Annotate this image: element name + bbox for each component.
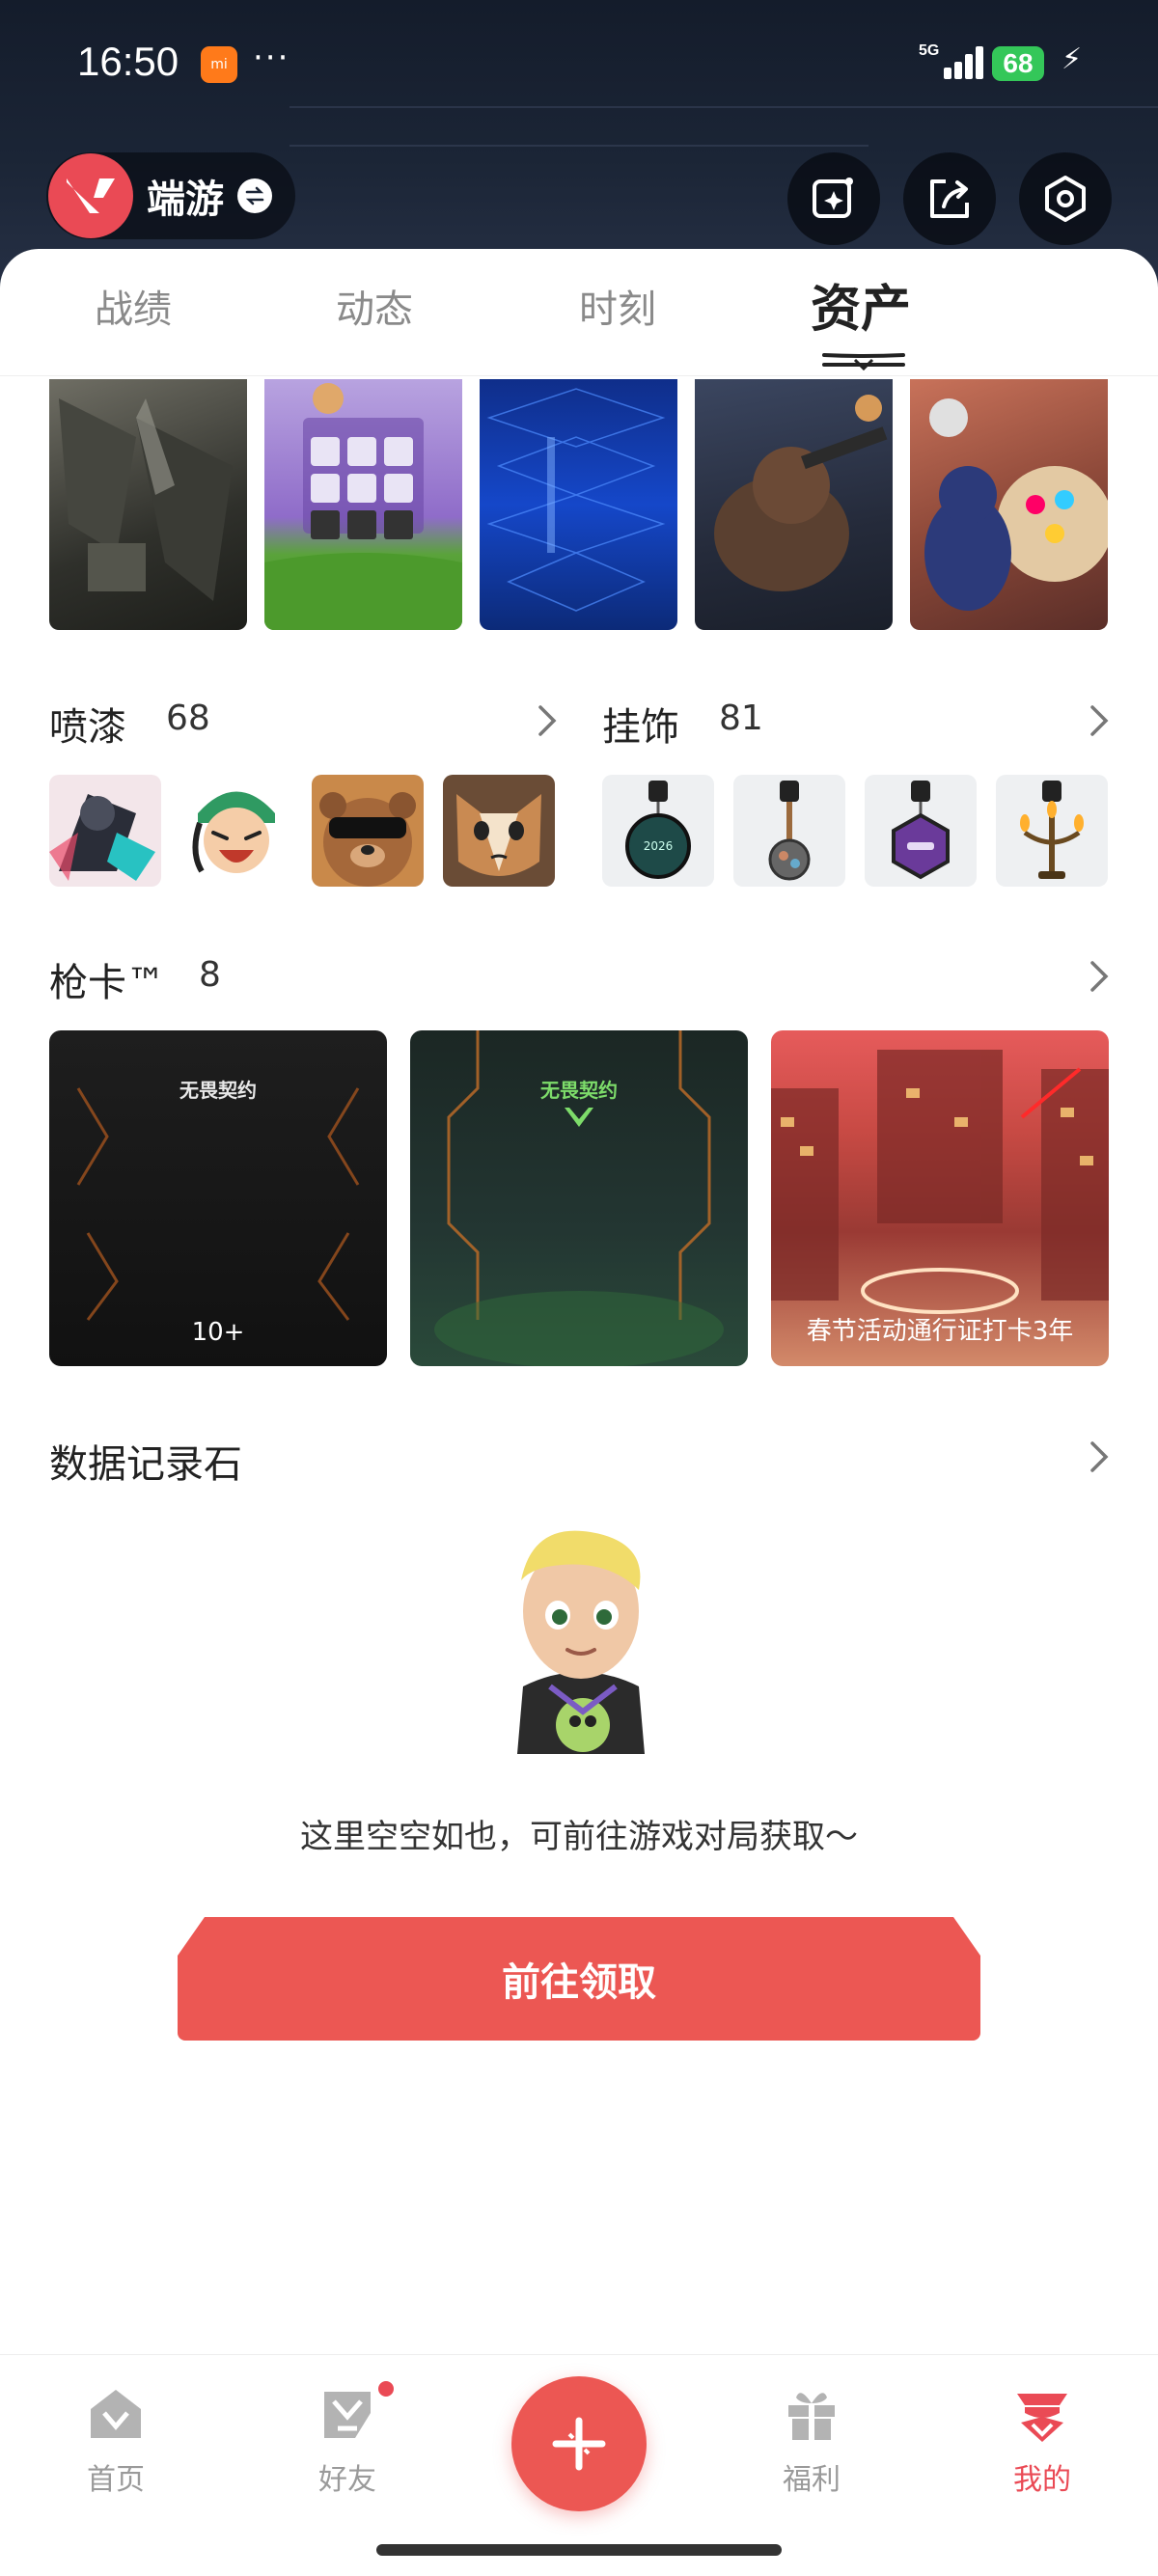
charm-thumb[interactable] [733, 775, 845, 887]
empty-state-text: 这里空空如也，可前往游戏对局获取～ [300, 1818, 858, 1856]
settings-icon [1045, 176, 1086, 222]
home-icon [91, 2390, 141, 2438]
header-banner: 16:50 mi ··· 5G 68 ⚡ 端游 [0, 0, 1158, 289]
game-switcher[interactable]: 端游 [46, 152, 295, 239]
nav-home-label: 首页 [87, 2463, 145, 2497]
friends-icon [324, 2392, 371, 2438]
charms-title: 挂饰 [602, 705, 679, 750]
bottom-nav: 首页 好友 福利 我的 [0, 2354, 1158, 2576]
settings-button[interactable] [1019, 152, 1112, 245]
nav-profile-label: 我的 [1013, 2463, 1071, 2497]
nav-friends-label: 好友 [318, 2463, 376, 2497]
friends-badge [375, 2378, 397, 2399]
player-card[interactable] [264, 379, 462, 630]
empty-state-character-illustration [517, 1530, 645, 1754]
gun-cards-count: 8 [199, 955, 221, 995]
tab-record[interactable]: 战绩 [95, 278, 172, 334]
gift-icon [788, 2393, 835, 2440]
gun-card[interactable]: 无畏契约 [410, 1030, 748, 1366]
nav-friends[interactable]: 好友 [280, 2384, 415, 2498]
editor-icon [813, 178, 853, 218]
go-claim-button[interactable]: 前往领取 [178, 1917, 980, 2041]
home-indicator [376, 2544, 782, 2556]
spray-thumb[interactable] [443, 775, 555, 887]
data-stone-chevron-right-icon[interactable] [1085, 1438, 1112, 1476]
player-card[interactable] [910, 379, 1108, 630]
plus-icon [552, 2417, 606, 2471]
create-post-button[interactable] [511, 2376, 647, 2511]
gun-card[interactable]: 春节活动通行证打卡3年 [771, 1030, 1109, 1366]
signal-icon: 5G [919, 42, 983, 81]
nav-home[interactable]: 首页 [48, 2384, 183, 2498]
nav-rewards-label: 福利 [783, 2463, 841, 2497]
tab-feed[interactable]: 动态 [336, 278, 413, 334]
player-card[interactable] [49, 379, 247, 630]
charm-thumb[interactable] [996, 775, 1108, 887]
charm-thumb[interactable]: 2026 [602, 775, 714, 887]
gun-card-caption: 春节活动通行证打卡3年 [806, 1317, 1074, 1346]
sprays-title: 喷漆 [49, 705, 126, 750]
card-strip [49, 379, 1111, 630]
charging-icon: ⚡ [1062, 42, 1083, 76]
active-tab-indicator [822, 353, 905, 371]
more-status-icon: ··· [253, 39, 290, 77]
decor-line [290, 145, 868, 147]
status-bar: 16:50 mi ··· 5G 68 ⚡ [0, 0, 1158, 130]
gun-card[interactable]: 无畏契约 10+ [49, 1030, 387, 1366]
share-icon [930, 179, 969, 218]
tab-assets[interactable]: 资产 [811, 268, 911, 341]
nav-rewards[interactable]: 福利 [744, 2384, 879, 2498]
status-time: 16:50 [77, 39, 179, 84]
editor-button[interactable] [787, 152, 880, 245]
battery-indicator: 68 [992, 46, 1044, 81]
profile-icon [1017, 2394, 1067, 2442]
charms-count: 81 [719, 699, 763, 738]
charm-thumb[interactable] [865, 775, 977, 887]
gun-cards-chevron-right-icon[interactable] [1085, 957, 1112, 996]
spray-thumb[interactable] [312, 775, 424, 887]
gun-card-caption: 10+ [191, 1318, 245, 1347]
charms-chevron-right-icon[interactable] [1085, 701, 1112, 740]
gun-card-logo: 无畏契约 [540, 1079, 618, 1102]
share-button[interactable] [903, 152, 996, 245]
sprays-count: 68 [166, 699, 210, 738]
app-notification-icon: mi [201, 46, 237, 83]
tab-bar: 战绩 动态 时刻 资产 [0, 249, 1158, 376]
gun-cards-title: 枪卡™ [49, 961, 165, 1005]
swap-icon [237, 178, 272, 213]
data-stone-title: 数据记录石 [49, 1442, 242, 1487]
player-card[interactable] [695, 379, 893, 630]
sprays-chevron-right-icon[interactable] [533, 701, 560, 740]
nav-profile[interactable]: 我的 [975, 2384, 1110, 2498]
spray-thumb[interactable] [180, 775, 292, 887]
svg-text:2026: 2026 [644, 839, 674, 853]
spray-thumb[interactable] [49, 775, 161, 887]
tab-moments[interactable]: 时刻 [579, 278, 656, 334]
player-card[interactable] [480, 379, 677, 630]
valorant-logo-icon [48, 153, 133, 238]
game-name: 端游 [147, 178, 224, 222]
gun-card-logo: 无畏契约 [179, 1079, 257, 1102]
